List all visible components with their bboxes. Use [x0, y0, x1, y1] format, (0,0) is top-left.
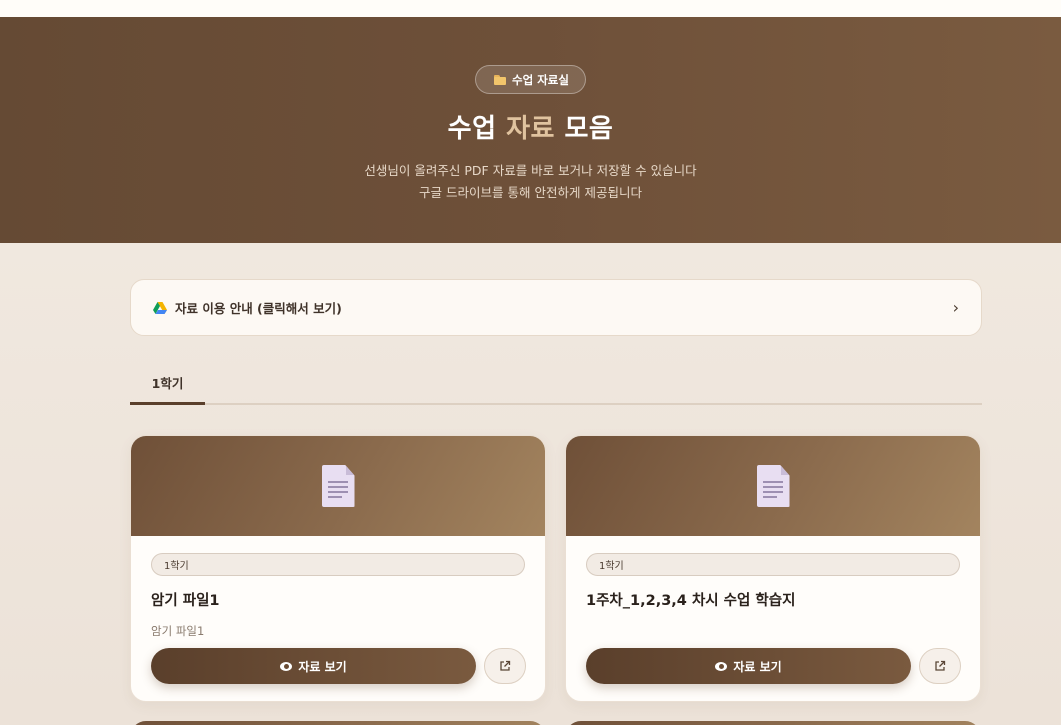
chevron-right-icon: ›: [952, 298, 959, 317]
hero-banner: 수업 자료실 수업 자료 모음 선생님이 올려주신 PDF 자료를 바로 보거나…: [0, 17, 1061, 243]
page-title: 수업 자료 모음: [448, 108, 614, 145]
hero-badge: 수업 자료실: [475, 65, 586, 94]
card-description: 암기 파일1: [151, 624, 205, 638]
document-icon: [756, 465, 790, 507]
view-material-button[interactable]: 자료 보기: [151, 648, 476, 684]
external-link-icon: [935, 660, 946, 671]
eye-icon: [280, 661, 293, 671]
card-title: 암기 파일1: [151, 593, 220, 609]
hero-subtitle-line2: 구글 드라이브를 통해 안전하게 제공됩니다: [419, 185, 642, 200]
document-icon: [321, 465, 355, 507]
material-card-partial: [565, 721, 981, 725]
usage-guide-label: 자료 이용 안내 (클릭해서 보기): [175, 301, 342, 316]
view-material-label: 자료 보기: [298, 659, 347, 674]
google-drive-icon: [153, 301, 167, 314]
card-thumbnail: [131, 436, 545, 536]
hero-subtitle: 선생님이 올려주신 PDF 자료를 바로 보거나 저장할 수 있습니다 구글 드…: [364, 160, 696, 204]
hero-subtitle-line1: 선생님이 올려주신 PDF 자료를 바로 보거나 저장할 수 있습니다: [364, 163, 697, 178]
eye-icon: [715, 661, 728, 671]
open-external-button[interactable]: [919, 648, 961, 684]
usage-guide-toggle[interactable]: 자료 이용 안내 (클릭해서 보기) ›: [130, 279, 982, 336]
page-title-part1: 수업: [447, 114, 497, 144]
open-external-button[interactable]: [484, 648, 526, 684]
view-material-button[interactable]: 자료 보기: [586, 648, 911, 684]
page-title-part2: 모음: [564, 114, 614, 144]
material-card: 1학기 암기 파일1 암기 파일1 자료 보기: [130, 435, 546, 702]
external-link-icon: [500, 660, 511, 671]
card-thumbnail: [566, 436, 980, 536]
semester-chip: 1학기: [151, 553, 525, 576]
tab-semester-1[interactable]: 1학기: [130, 371, 205, 405]
hero-badge-label: 수업 자료실: [512, 72, 569, 87]
semester-chip: 1학기: [586, 553, 960, 576]
main-content: 자료 이용 안내 (클릭해서 보기) › 1학기 1학기 암기 파일1 암기 파…: [0, 243, 1061, 725]
view-material-label: 자료 보기: [733, 659, 782, 674]
page-title-accent: 자료: [506, 114, 555, 144]
folder-icon: [494, 74, 507, 85]
card-title: 1주차_1,2,3,4 차시 수업 학습지: [586, 593, 796, 609]
card-body: 1학기 암기 파일1 암기 파일1 자료 보기: [131, 536, 545, 701]
material-card-partial: [130, 721, 546, 725]
material-card: 1학기 1주차_1,2,3,4 차시 수업 학습지 자료 보기: [565, 435, 981, 702]
top-bar: [0, 0, 1061, 17]
semester-tabs: 1학기: [130, 371, 982, 405]
card-body: 1학기 1주차_1,2,3,4 차시 수업 학습지 자료 보기: [566, 536, 980, 701]
